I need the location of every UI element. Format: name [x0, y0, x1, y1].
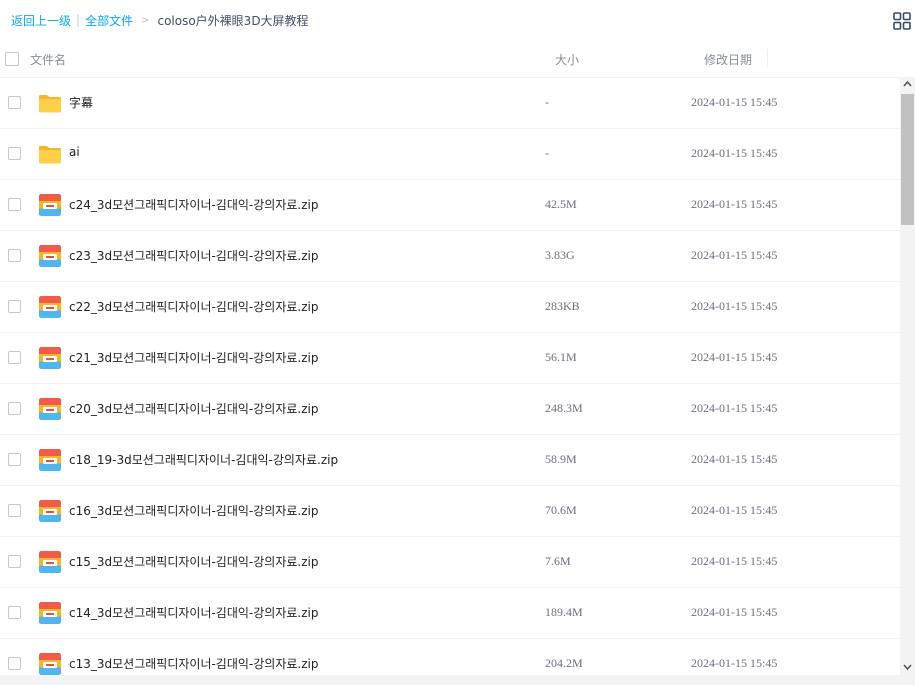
file-name[interactable]: c23_3d모션그래픽디자이너-김대익-강의자료.zip [69, 247, 319, 264]
scrollbar-thumb[interactable] [901, 94, 914, 225]
scroll-up-arrow-icon[interactable] [903, 80, 912, 88]
file-modified-date: 2024-01-15 15:45 [691, 197, 778, 211]
file-size: 7.6M [545, 554, 571, 568]
file-name[interactable]: c15_3d모션그래픽디자이너-김대익-강의자료.zip [69, 553, 319, 570]
file-modified-date: 2024-01-15 15:45 [691, 248, 778, 262]
row-checkbox[interactable] [8, 402, 21, 415]
zip-icon[interactable] [38, 193, 62, 217]
file-modified-date: 2024-01-15 15:45 [691, 605, 778, 619]
all-files-link[interactable]: 全部文件 [85, 12, 133, 29]
zip-icon[interactable] [38, 397, 62, 421]
zip-icon[interactable] [38, 244, 62, 268]
file-row[interactable]: c16_3d모션그래픽디자이너-김대익-강의자료.zip 70.6M 2024-01… [0, 485, 900, 536]
file-size: 204.2M [545, 656, 583, 670]
file-size: 248.3M [545, 401, 583, 415]
file-row[interactable]: c24_3d모션그래픽디자이너-김대익-강의자료.zip 42.5M 2024-01… [0, 179, 900, 230]
grid-view-icon[interactable] [893, 12, 911, 30]
file-size: 70.6M [545, 503, 577, 517]
folder-icon[interactable] [38, 91, 62, 115]
row-checkbox[interactable] [8, 453, 21, 466]
row-checkbox[interactable] [8, 300, 21, 313]
file-modified-date: 2024-01-15 15:45 [691, 146, 778, 160]
file-name[interactable]: c21_3d모션그래픽디자이너-김대익-강의자료.zip [69, 349, 319, 366]
vertical-scrollbar[interactable] [900, 77, 915, 675]
scroll-down-arrow-icon[interactable] [903, 663, 912, 671]
file-modified-date: 2024-01-15 15:45 [691, 299, 778, 313]
file-name[interactable]: c13_3d모션그래픽디자이너-김대익-강의자료.zip [69, 655, 319, 672]
file-size: 56.1M [545, 350, 577, 364]
file-modified-date: 2024-01-15 15:45 [691, 452, 778, 466]
back-link[interactable]: 返回上一级 [11, 12, 71, 29]
zip-icon[interactable] [38, 346, 62, 370]
file-name[interactable]: c20_3d모션그래픽디자이너-김대익-강의자료.zip [69, 400, 319, 417]
row-checkbox[interactable] [8, 504, 21, 517]
breadcrumb: 返回上一级 | 全部文件 > coloso户外裸眼3D大屏教程 [11, 11, 309, 29]
current-folder: coloso户外裸眼3D大屏教程 [157, 13, 309, 28]
zip-icon[interactable] [38, 295, 62, 319]
folder-icon[interactable] [38, 142, 62, 166]
row-checkbox[interactable] [8, 96, 21, 109]
breadcrumb-separator: | [76, 13, 81, 27]
file-row[interactable]: c23_3d모션그래픽디자이너-김대익-강의자료.zip 3.83G 2024-01… [0, 230, 900, 281]
file-size: 3.83G [545, 248, 575, 262]
file-modified-date: 2024-01-15 15:45 [691, 95, 778, 109]
file-row[interactable]: c15_3d모션그래픽디자이너-김대익-강의자료.zip 7.6M 2024-01-… [0, 536, 900, 587]
row-checkbox[interactable] [8, 147, 21, 160]
select-all-checkbox[interactable] [5, 52, 19, 66]
file-size: - [545, 95, 549, 109]
file-name[interactable]: c22_3d모션그래픽디자이너-김대익-강의자료.zip [69, 298, 319, 315]
file-row[interactable]: ai - 2024-01-15 15:45 [0, 128, 900, 179]
file-row[interactable]: c14_3d모션그래픽디자이너-김대익-강의자료.zip 189.4M 2024-0… [0, 587, 900, 638]
file-name[interactable]: ai [69, 145, 80, 159]
row-checkbox[interactable] [8, 249, 21, 262]
file-row[interactable]: c21_3d모션그래픽디자이너-김대익-강의자료.zip 56.1M 2024-01… [0, 332, 900, 383]
file-name[interactable]: c16_3d모션그래픽디자이너-김대익-강의자료.zip [69, 502, 319, 519]
file-name[interactable]: c24_3d모션그래픽디자이너-김대익-강의자료.zip [69, 196, 319, 213]
zip-icon[interactable] [38, 601, 62, 625]
file-list-header: 文件名 大小 修改日期 [0, 44, 915, 76]
zip-icon[interactable] [38, 448, 62, 472]
row-checkbox[interactable] [8, 606, 21, 619]
row-checkbox[interactable] [8, 351, 21, 364]
file-modified-date: 2024-01-15 15:45 [691, 656, 778, 670]
column-header-date[interactable]: 修改日期 [704, 51, 752, 68]
row-checkbox[interactable] [8, 198, 21, 211]
file-list: 字幕 -2024-01-15 15:45 ai -2024-01-15 15:45 c2… [0, 77, 900, 675]
file-size: 42.5M [545, 197, 577, 211]
file-modified-date: 2024-01-15 15:45 [691, 401, 778, 415]
file-row[interactable]: c18_19-3d모션그래픽디자이너-김대익-강의자료.zip 58.9M 2024… [0, 434, 900, 485]
file-modified-date: 2024-01-15 15:45 [691, 554, 778, 568]
file-size: - [545, 146, 549, 160]
file-size: 58.9M [545, 452, 577, 466]
file-size: 189.4M [545, 605, 583, 619]
file-row[interactable]: c13_3d모션그래픽디자이너-김대익-강의자료.zip 204.2M 2024-0… [0, 638, 900, 675]
file-row[interactable]: c22_3d모션그래픽디자이너-김대익-강의자료.zip 283KB 2024-01… [0, 281, 900, 332]
file-name[interactable]: c14_3d모션그래픽디자이너-김대익-강의자료.zip [69, 604, 319, 621]
file-row[interactable]: c20_3d모션그래픽디자이너-김대익-강의자료.zip 248.3M 2024-0… [0, 383, 900, 434]
zip-icon[interactable] [38, 652, 62, 675]
column-header-name[interactable]: 文件名 [30, 51, 66, 68]
zip-icon[interactable] [38, 499, 62, 523]
bottom-scroll-track [0, 675, 915, 685]
row-checkbox[interactable] [8, 657, 21, 670]
file-modified-date: 2024-01-15 15:45 [691, 350, 778, 364]
breadcrumb-arrow: > [141, 14, 150, 26]
column-header-size[interactable]: 大小 [555, 51, 579, 68]
file-modified-date: 2024-01-15 15:45 [691, 503, 778, 517]
file-row[interactable]: 字幕 - 2024-01-15 15:45 [0, 77, 900, 128]
file-name[interactable]: 字幕 [69, 94, 93, 111]
row-checkbox[interactable] [8, 555, 21, 568]
file-size: 283KB [545, 299, 580, 313]
file-name[interactable]: c18_19-3d모션그래픽디자이너-김대익-강의자료.zip [69, 451, 338, 468]
column-divider [767, 49, 768, 67]
zip-icon[interactable] [38, 550, 62, 574]
